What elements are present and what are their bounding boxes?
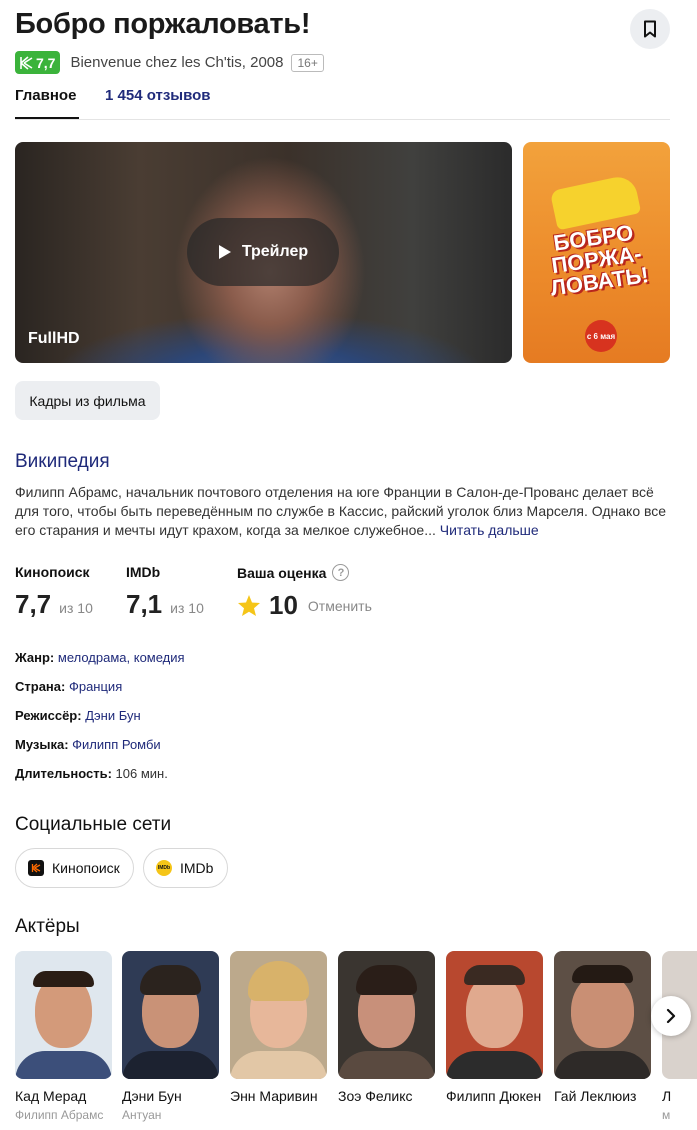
fact-label: Длительность: <box>15 766 112 781</box>
imdb-social-link[interactable]: IMDb IMDb <box>143 848 228 888</box>
fact-label: Музыка: <box>15 737 69 752</box>
kinopoisk-social-link[interactable]: Кинопоиск <box>15 848 134 888</box>
actors-section-title: Актёры <box>15 916 80 937</box>
kinopoisk-score: 7,7 <box>15 589 52 619</box>
actor-name: Дэни Бун <box>122 1088 182 1104</box>
movie-facts: Жанр: мелодрама, комедия Страна: Франция… <box>15 650 185 795</box>
movie-meta: 7,7 Bienvenue chez les Ch'tis, 2008 16+ <box>15 51 324 74</box>
quality-badge: FullHD <box>28 330 80 347</box>
genre-link[interactable]: мелодрама, комедия <box>58 650 185 665</box>
actor-card[interactable]: Гай Леклюиз <box>554 951 651 1108</box>
age-rating-badge: 16+ <box>291 53 324 72</box>
read-more-link[interactable]: Читать дальше <box>440 522 539 538</box>
tabs-bar: Главное 1 454 отзывов <box>15 87 670 120</box>
play-icon <box>218 245 231 259</box>
actor-role: м <box>662 1108 671 1122</box>
movie-title: Бобро поржаловать! <box>15 8 311 40</box>
bookmark-icon <box>644 20 656 38</box>
actor-photo <box>446 951 543 1079</box>
actor-card[interactable]: Кад Мерад Филипп Абрамс <box>15 951 112 1122</box>
fact-label: Страна: <box>15 679 66 694</box>
actor-name: Кад Мерад <box>15 1088 87 1104</box>
actor-name: Л <box>662 1088 672 1104</box>
your-score: 10 <box>269 590 298 620</box>
trailer-player[interactable]: Трейлер FullHD <box>15 142 512 363</box>
actor-card[interactable]: Энн Маривин <box>230 951 327 1108</box>
movie-poster[interactable]: БОБРО ПОРЖА-ЛОВАТЬ! с 6 мая <box>523 142 670 363</box>
actor-name: Зоэ Феликс <box>338 1088 413 1104</box>
your-rating-block: Ваша оценка ? 10 Отменить <box>237 564 372 621</box>
kinopoisk-logo-icon <box>28 860 44 876</box>
actor-name: Гай Леклюиз <box>554 1088 637 1104</box>
play-trailer-button[interactable]: Трейлер <box>187 218 339 286</box>
kinopoisk-rating-label: Кинопоиск <box>15 564 90 580</box>
kinopoisk-rating-block: Кинопоиск 7,7 из 10 <box>15 564 93 620</box>
description-text: Филипп Абрамс, начальник почтового отдел… <box>15 484 667 538</box>
actor-photo <box>338 951 435 1079</box>
kinopoisk-scale: из 10 <box>59 600 93 616</box>
imdb-logo-icon: IMDb <box>156 860 172 876</box>
fact-duration: Длительность: 106 мин. <box>15 766 185 795</box>
actor-card[interactable]: Филипп Дюкен <box>446 951 543 1108</box>
wikipedia-link[interactable]: Википедия <box>15 451 110 473</box>
fact-director: Режиссёр: Дэни Бун <box>15 708 185 737</box>
director-link[interactable]: Дэни Бун <box>85 708 140 723</box>
chevron-right-icon <box>666 1008 676 1024</box>
social-section-title: Социальные сети <box>15 814 172 835</box>
kinopoisk-rating-badge: 7,7 <box>15 51 61 74</box>
your-rating-label: Ваша оценка <box>237 564 327 581</box>
fact-music: Музыка: Филипп Ромби <box>15 737 185 766</box>
actor-name: Филипп Дюкен <box>446 1088 542 1104</box>
poster-date-badge: с 6 мая <box>585 320 617 352</box>
kinopoisk-logo-icon <box>20 55 33 70</box>
actor-photo <box>554 951 651 1079</box>
duration-value: 106 мин. <box>115 766 168 781</box>
fact-genre: Жанр: мелодрама, комедия <box>15 650 185 679</box>
fact-country: Страна: Франция <box>15 679 185 708</box>
actor-card[interactable]: Дэни Бун Антуан <box>122 951 219 1122</box>
kinopoisk-rating-value: 7,7 <box>36 54 56 71</box>
fact-label: Режиссёр: <box>15 708 82 723</box>
imdb-score: 7,1 <box>126 589 163 619</box>
imdb-rating-block: IMDb 7,1 из 10 <box>126 564 204 620</box>
actor-role: Антуан <box>122 1108 162 1122</box>
poster-title: БОБРО ПОРЖА-ЛОВАТЬ! <box>548 219 651 301</box>
tab-reviews[interactable]: 1 454 отзывов <box>105 87 211 104</box>
tab-active-indicator <box>15 117 79 119</box>
kinopoisk-chip-label: Кинопоиск <box>52 860 120 876</box>
bookmark-button[interactable] <box>630 9 670 49</box>
composer-link[interactable]: Филипп Ромби <box>72 737 161 752</box>
imdb-scale: из 10 <box>170 600 204 616</box>
cancel-rating-button[interactable]: Отменить <box>308 598 372 614</box>
description: Филипп Абрамс, начальник почтового отдел… <box>15 483 675 540</box>
actors-next-button[interactable] <box>651 996 691 1036</box>
actor-card[interactable]: Зоэ Феликс <box>338 951 435 1108</box>
trailer-label: Трейлер <box>241 243 309 260</box>
country-link[interactable]: Франция <box>69 679 122 694</box>
imdb-chip-label: IMDb <box>180 860 214 876</box>
actor-photo <box>15 951 112 1079</box>
help-icon[interactable]: ? <box>332 564 350 581</box>
original-title: Bienvenue chez les Ch'tis, 2008 <box>70 54 284 71</box>
star-icon <box>238 595 260 616</box>
imdb-rating-label: IMDb <box>126 564 161 580</box>
actor-photo <box>230 951 327 1079</box>
fact-label: Жанр: <box>15 650 55 665</box>
actor-role: Филипп Абрамс <box>15 1108 104 1122</box>
actor-photo <box>122 951 219 1079</box>
stills-button[interactable]: Кадры из фильма <box>15 381 160 420</box>
tab-main[interactable]: Главное <box>15 87 76 104</box>
actor-name: Энн Маривин <box>230 1088 318 1104</box>
actor-card[interactable]: Л м <box>662 951 697 1122</box>
